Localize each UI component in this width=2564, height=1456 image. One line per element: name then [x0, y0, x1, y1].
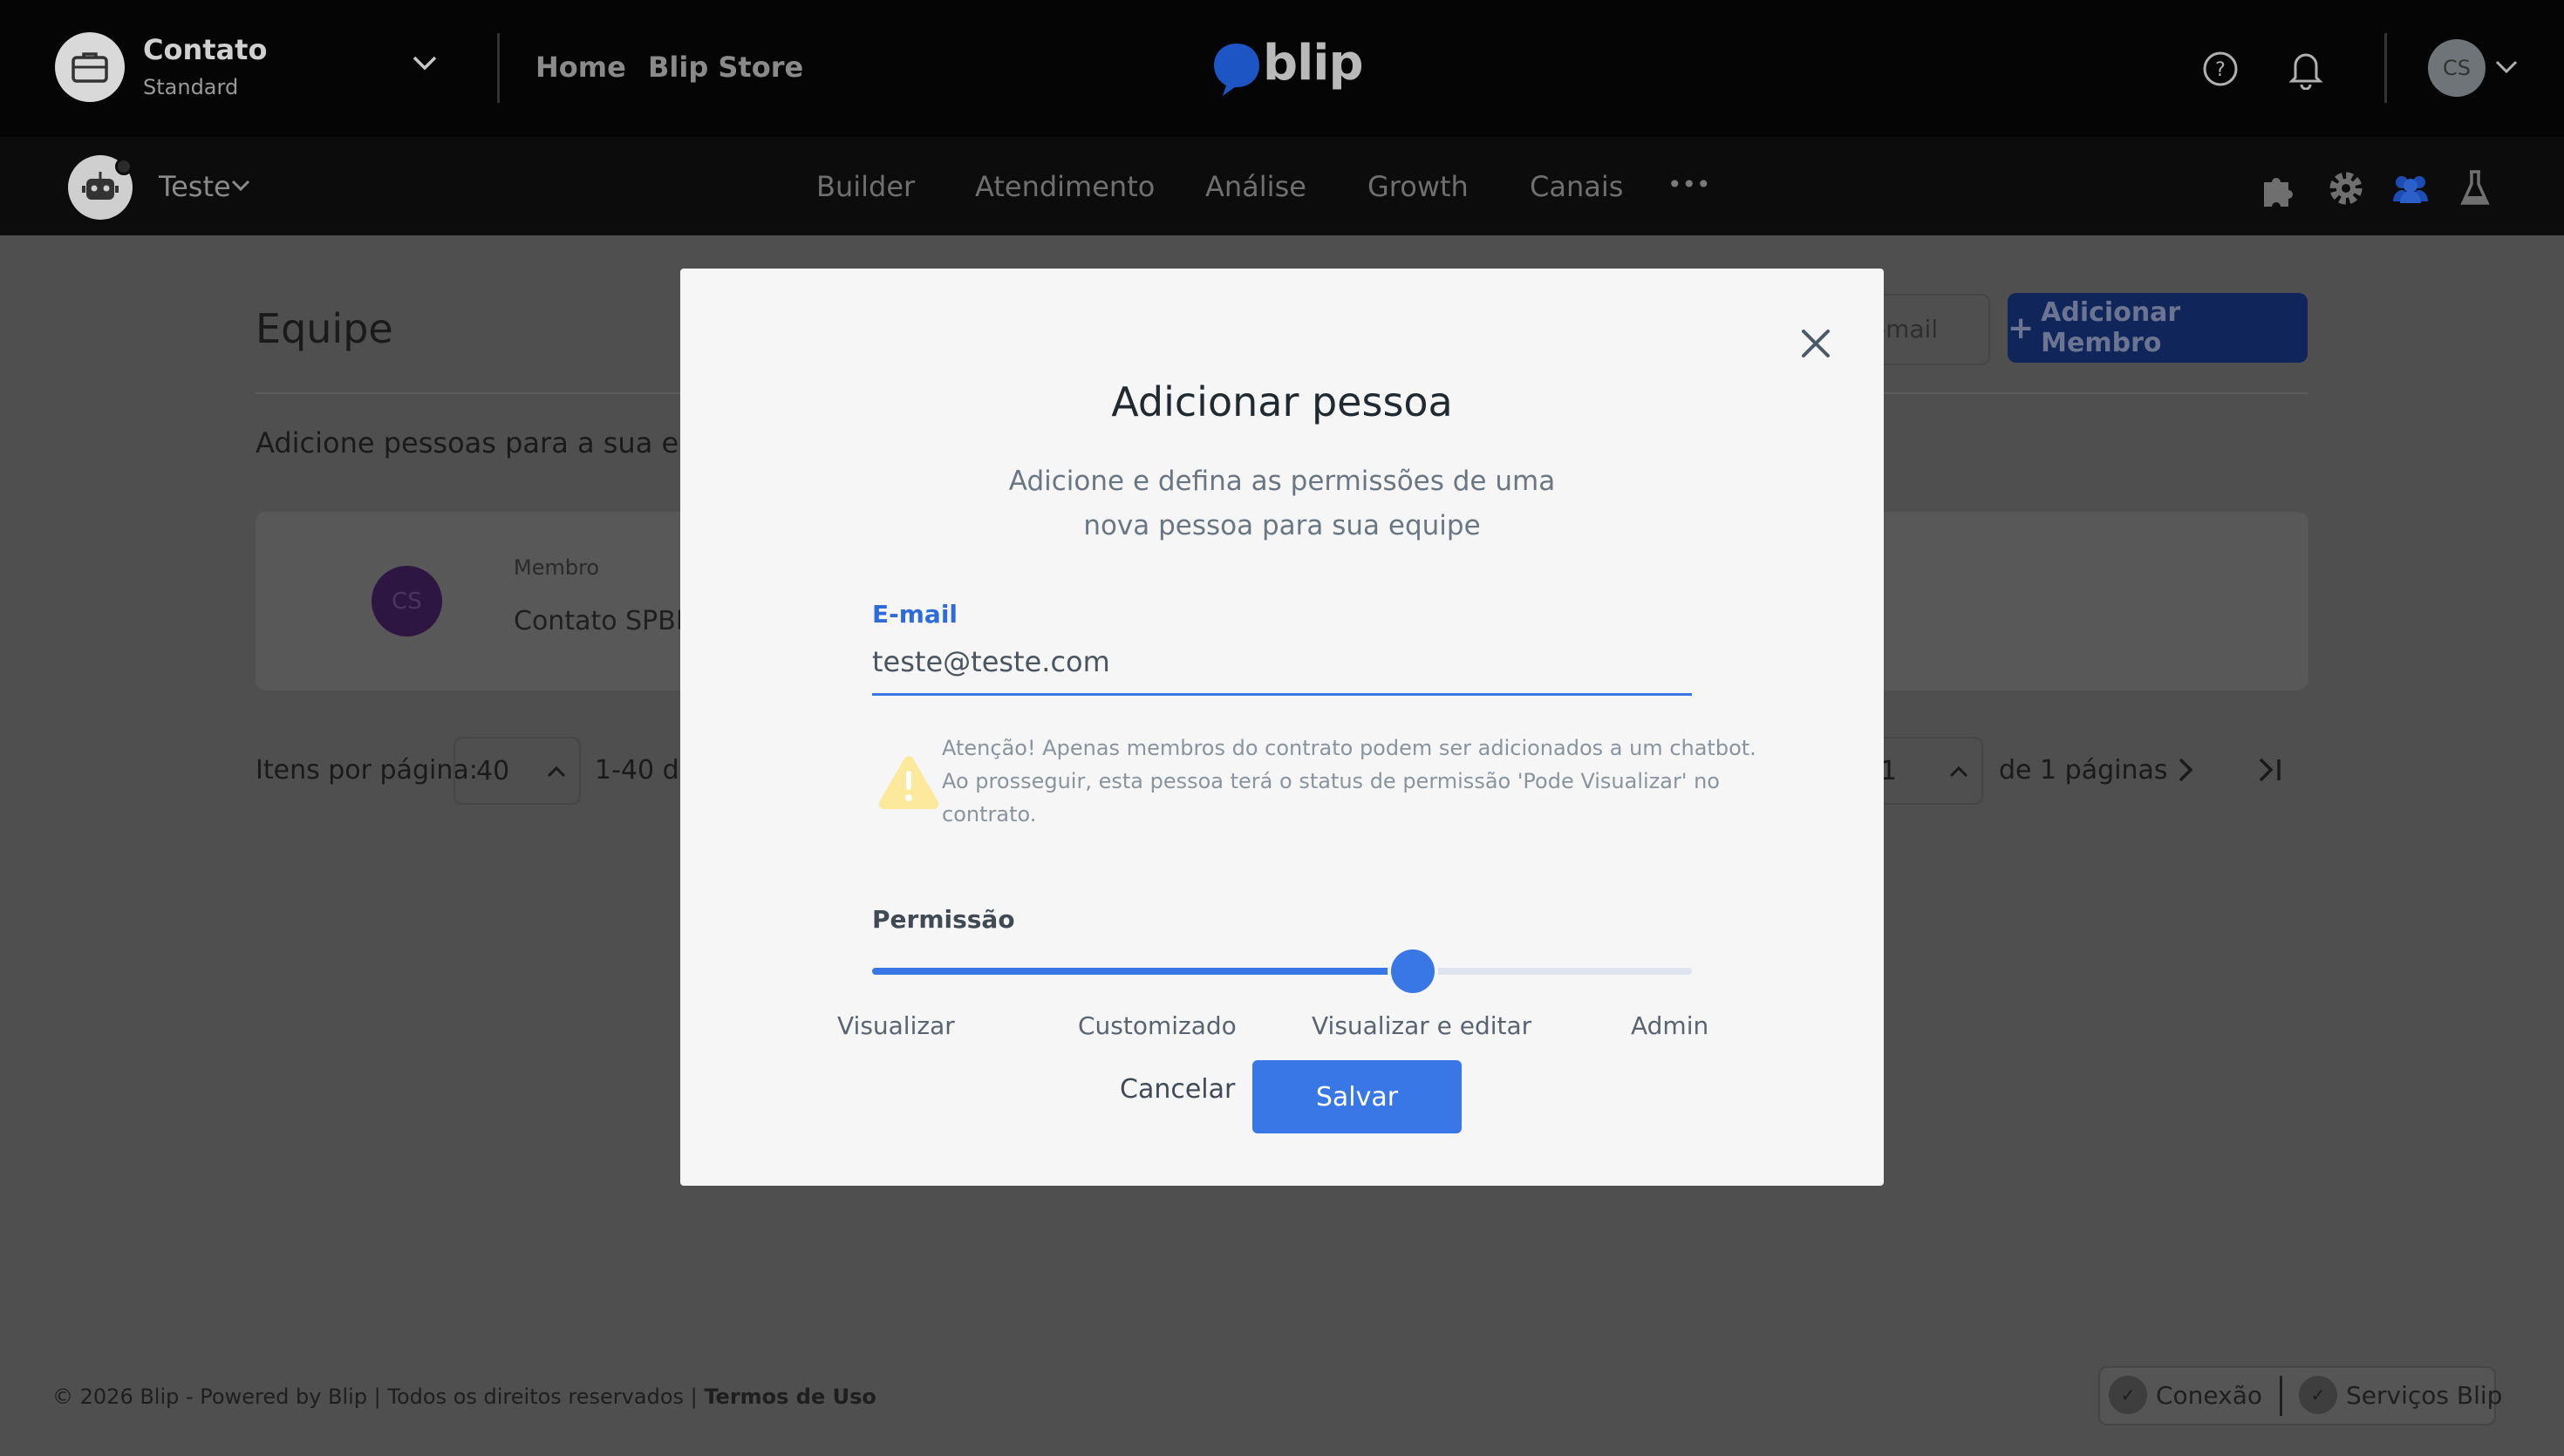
- tab-atendimento[interactable]: Atendimento: [975, 170, 1155, 203]
- blip-logo-icon: [1214, 44, 1259, 96]
- services-status[interactable]: Serviços Blip: [2346, 1381, 2502, 1410]
- footer-copyright-text: © 2026 Blip - Powered by Blip | Todos os…: [52, 1385, 698, 1409]
- bell-icon[interactable]: [2287, 48, 2325, 90]
- modal-title: Adicionar pessoa: [1111, 378, 1453, 425]
- plus-icon: +: [2008, 310, 2035, 346]
- save-button-label: Salvar: [1315, 1081, 1399, 1112]
- permission-label: Permissão: [872, 905, 1015, 934]
- help-icon[interactable]: ?: [2201, 50, 2240, 88]
- pages-text: de 1 páginas: [1999, 755, 2168, 786]
- modal-description-line2: nova pessoa para sua equipe: [1083, 510, 1481, 541]
- blip-logo-text: blip: [1263, 35, 1364, 92]
- connection-status-icon: ✓: [2109, 1376, 2147, 1414]
- page-subtitle: Adicione pessoas para a sua equip: [256, 426, 740, 459]
- page-title: Equipe: [256, 305, 393, 352]
- extensions-icon[interactable]: [2259, 170, 2297, 208]
- member-name: Contato SPBR: [514, 606, 694, 636]
- member-avatar-initials: CS: [392, 588, 422, 615]
- header-divider-right: [2384, 33, 2387, 103]
- robot-icon: [82, 172, 119, 200]
- email-field-value: teste@teste.com: [872, 645, 1110, 678]
- user-avatar-initials: CS: [2443, 56, 2471, 80]
- permission-slider[interactable]: [872, 949, 1692, 993]
- warning-line2: Ao prosseguir, esta pessoa terá o status…: [942, 769, 1720, 793]
- next-page-icon[interactable]: [2177, 757, 2194, 783]
- more-tabs-button[interactable]: •••: [1667, 170, 1711, 199]
- team-icon[interactable]: [2390, 172, 2431, 207]
- tab-builder[interactable]: Builder: [816, 170, 915, 203]
- member-avatar[interactable]: CS: [372, 566, 442, 636]
- svg-text:?: ?: [2215, 59, 2226, 81]
- bot-status-dot: [115, 158, 133, 175]
- contract-plan: Standard: [143, 75, 239, 99]
- user-avatar[interactable]: CS: [2428, 39, 2486, 97]
- warning-line1: Atenção! Apenas membros do contrato pode…: [942, 736, 1756, 760]
- permission-option-visualizar[interactable]: Visualizar: [837, 1011, 955, 1040]
- add-member-button[interactable]: + Adicionar Membro: [2008, 293, 2308, 363]
- search-email-placeholder: -mail: [1877, 315, 1939, 344]
- permission-slider-fill: [872, 968, 1413, 975]
- page-chevron-up-icon: [1949, 765, 1968, 778]
- items-per-page-label: Itens por página:: [256, 755, 478, 786]
- lab-flask-icon[interactable]: [2459, 168, 2491, 208]
- close-icon[interactable]: [1798, 326, 1833, 361]
- footer-copyright: © 2026 Blip - Powered by Blip | Todos os…: [52, 1385, 876, 1409]
- warning-line3: contrato.: [942, 802, 1037, 827]
- permission-option-admin[interactable]: Admin: [1631, 1011, 1708, 1040]
- blip-logo[interactable]: blip: [1210, 35, 1364, 101]
- connection-status[interactable]: Conexão: [2156, 1381, 2262, 1410]
- tab-growth[interactable]: Growth: [1367, 170, 1469, 203]
- header-divider: [497, 33, 500, 103]
- add-member-label: Adicionar Membro: [2041, 297, 2181, 358]
- modal-description-line1: Adicione e defina as permissões de uma: [1008, 466, 1556, 497]
- cancel-button[interactable]: Cancelar: [1120, 1074, 1235, 1105]
- bot-name[interactable]: Teste: [159, 170, 231, 203]
- bot-navigation-bar: Teste Builder Atendimento Análise Growth…: [0, 137, 2564, 235]
- briefcase-icon[interactable]: [55, 32, 125, 102]
- warning-icon: [877, 753, 940, 809]
- terms-link[interactable]: Termos de Uso: [704, 1385, 876, 1409]
- tab-analise[interactable]: Análise: [1205, 170, 1306, 203]
- permission-option-customizado[interactable]: Customizado: [1078, 1011, 1237, 1040]
- services-status-icon: ✓: [2299, 1376, 2337, 1414]
- top-bar: Contato Standard Home Blip Store blip ? …: [0, 0, 2564, 137]
- permission-slider-thumb[interactable]: [1391, 949, 1435, 993]
- last-page-icon[interactable]: [2257, 757, 2283, 783]
- items-per-page-select[interactable]: 40: [453, 737, 581, 805]
- user-menu-chevron-icon[interactable]: [2494, 59, 2519, 75]
- nav-home-link[interactable]: Home: [535, 51, 626, 84]
- nav-store-link[interactable]: Blip Store: [648, 51, 803, 84]
- member-role-label: Membro: [514, 555, 600, 580]
- status-divider: [2280, 1376, 2282, 1416]
- permission-option-visualizar-editar[interactable]: Visualizar e editar: [1312, 1011, 1531, 1040]
- items-per-page-value: 40: [476, 756, 510, 786]
- gear-icon[interactable]: [2326, 168, 2366, 208]
- contract-name[interactable]: Contato: [143, 33, 267, 66]
- add-person-modal: Adicionar pessoa Adicione e defina as pe…: [680, 269, 1884, 1186]
- tab-canais[interactable]: Canais: [1530, 170, 1623, 203]
- email-field-label: E-mail: [872, 600, 958, 629]
- email-field[interactable]: teste@teste.com: [872, 635, 1692, 696]
- save-button[interactable]: Salvar: [1252, 1060, 1462, 1133]
- chevron-down-icon[interactable]: [412, 54, 438, 71]
- bot-chevron-down-icon[interactable]: [230, 179, 251, 193]
- chevron-up-icon: [547, 765, 566, 778]
